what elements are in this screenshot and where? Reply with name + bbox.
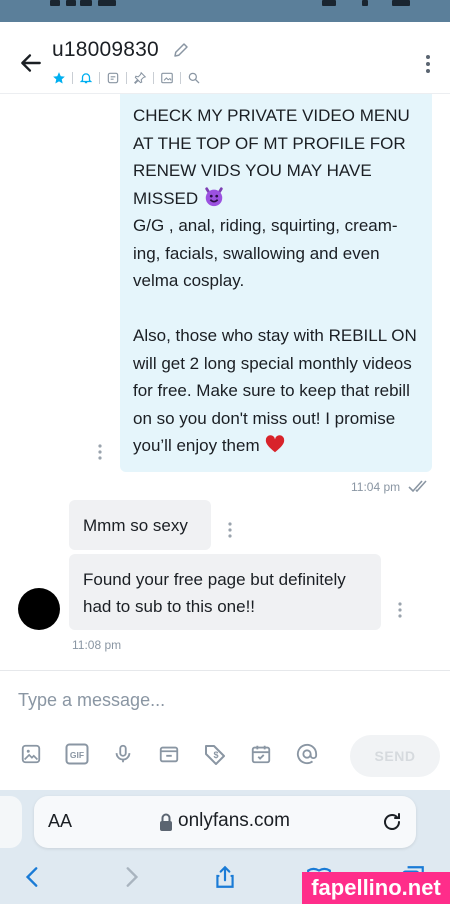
back-arrow-icon[interactable] — [18, 50, 44, 76]
image-icon[interactable] — [18, 741, 44, 767]
image-icon[interactable] — [158, 69, 176, 87]
signal-icon — [322, 0, 336, 6]
incoming-message[interactable]: Found your free page but definitely had … — [69, 554, 381, 630]
reload-icon[interactable] — [380, 810, 404, 834]
message-options-icon[interactable] — [227, 522, 233, 538]
share-icon[interactable] — [212, 864, 238, 890]
more-options-icon[interactable] — [424, 54, 432, 74]
contact-name[interactable]: u18009830 — [52, 38, 159, 62]
forward-icon[interactable] — [118, 864, 144, 890]
message-text: Mmm so sexy — [83, 516, 188, 535]
watermark: fapellino.net — [302, 872, 450, 904]
status-bar — [0, 0, 450, 22]
lock-icon — [160, 813, 172, 831]
vault-icon[interactable] — [156, 741, 182, 767]
smiling-imp-emoji — [205, 186, 223, 206]
message-text: Found your free page but definitely had … — [83, 570, 346, 616]
divider — [180, 72, 181, 84]
status-glyph — [80, 0, 92, 6]
send-button[interactable]: SEND — [350, 735, 440, 777]
star-icon[interactable] — [50, 69, 68, 87]
microphone-icon[interactable] — [110, 741, 136, 767]
reader-options-button[interactable]: AA — [48, 811, 72, 832]
incoming-message[interactable]: Mmm so sexy — [69, 500, 211, 550]
message-options-icon[interactable] — [397, 602, 403, 618]
status-glyph — [98, 0, 116, 6]
address-bar[interactable]: AA onlyfans.com — [34, 796, 416, 848]
avatar[interactable] — [18, 588, 60, 630]
status-glyph — [50, 0, 60, 6]
message-text-continued: G/G , anal, riding, squirting, cream-ing… — [133, 216, 417, 455]
edit-pencil-icon[interactable] — [172, 41, 190, 59]
divider — [153, 72, 154, 84]
message-input[interactable] — [18, 685, 438, 715]
battery-icon — [392, 0, 410, 6]
back-icon[interactable] — [20, 864, 46, 890]
bell-icon[interactable] — [77, 69, 95, 87]
divider — [126, 72, 127, 84]
pin-icon[interactable] — [131, 69, 149, 87]
note-icon[interactable] — [104, 69, 122, 87]
message-list[interactable]: CHECK MY PRIVATE VIDEO MENU AT THE TOP O… — [0, 94, 450, 670]
divider — [72, 72, 73, 84]
outgoing-message[interactable]: CHECK MY PRIVATE VIDEO MENU AT THE TOP O… — [120, 94, 432, 472]
previous-tab[interactable] — [0, 796, 22, 848]
status-glyph — [66, 0, 76, 6]
red-heart-emoji — [266, 435, 285, 453]
svg-text:$: $ — [213, 750, 218, 760]
reader-options-label: AA — [48, 811, 73, 831]
calendar-icon[interactable] — [248, 741, 274, 767]
read-receipt-icon — [408, 480, 427, 493]
url-text[interactable]: onlyfans.com — [178, 810, 290, 832]
message-composer: GIF $ SEND — [0, 670, 450, 790]
mention-icon[interactable] — [294, 741, 320, 767]
message-options-icon[interactable] — [97, 444, 103, 460]
message-timestamp: 11:08 pm — [72, 638, 122, 652]
gif-icon[interactable]: GIF — [64, 741, 90, 767]
wifi-icon — [362, 0, 368, 6]
message-timestamp: 11:04 pm — [351, 480, 401, 494]
divider — [99, 72, 100, 84]
price-tag-icon[interactable]: $ — [202, 741, 228, 767]
message-text: CHECK MY PRIVATE VIDEO MENU AT THE TOP O… — [133, 106, 414, 208]
chat-header: u18009830 — [0, 22, 450, 94]
gif-label: GIF — [70, 750, 84, 760]
search-icon[interactable] — [185, 69, 203, 87]
